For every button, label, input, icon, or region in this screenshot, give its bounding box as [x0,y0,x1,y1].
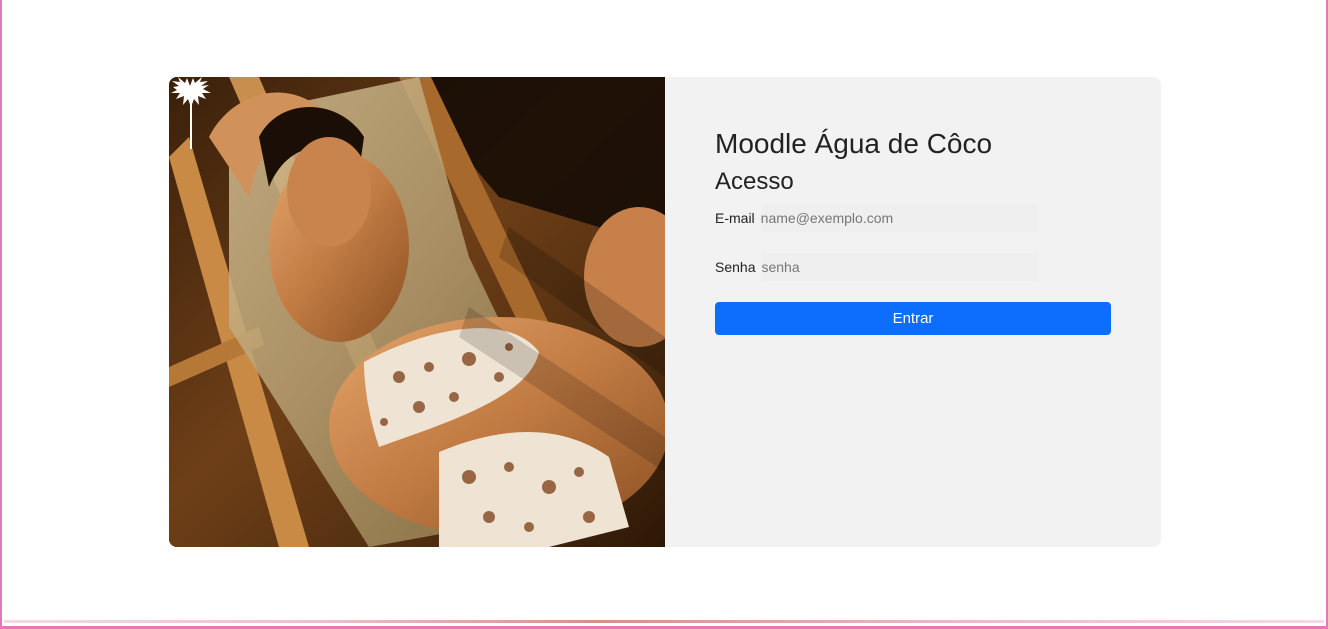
password-label: Senha [715,259,756,275]
login-form-pane: Moodle Água de Côco Acesso E-mail Senha … [665,77,1161,547]
password-field[interactable] [761,253,1040,281]
email-field[interactable] [760,204,1039,232]
hero-photo-illustration [169,77,665,547]
email-label: E-mail [715,210,755,226]
email-row: E-mail [715,204,1039,232]
login-card: Moodle Água de Côco Acesso E-mail Senha … [169,77,1161,547]
browser-viewport: Moodle Água de Côco Acesso E-mail Senha … [0,0,1328,629]
palm-tree-icon [171,77,211,149]
hero-photo [169,77,665,547]
password-row: Senha [715,253,1040,281]
background-strip [4,620,1324,623]
form-subtitle: Acesso [715,168,794,195]
page-title: Moodle Água de Côco [715,128,993,159]
login-button[interactable]: Entrar [715,302,1111,335]
